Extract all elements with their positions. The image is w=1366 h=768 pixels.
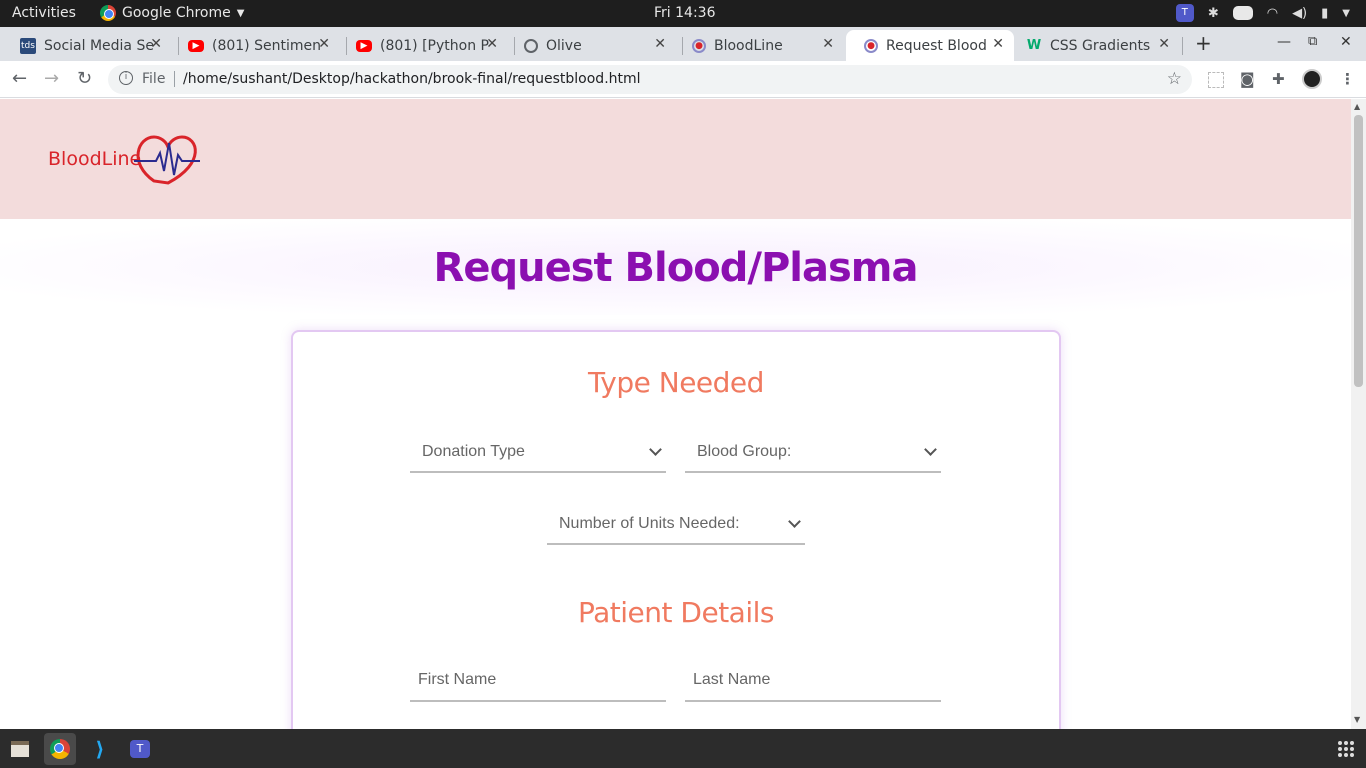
dock: ⟩ T [0, 729, 1366, 768]
page-scrollbar[interactable]: ▲ ▼ [1351, 99, 1366, 729]
tab-sentiment[interactable]: ▶ (801) Sentimen ✕ [170, 30, 340, 61]
tab-bloodline[interactable]: ● BloodLine ✕ [674, 30, 844, 61]
patient-details-heading: Patient Details [578, 596, 774, 629]
page-viewport: BloodLine Request Blood/Plasma Type Need… [0, 99, 1351, 729]
system-tray[interactable]: T ✱ ◠ ◀) ▮ ▼ [1175, 4, 1350, 22]
tab-css-gradients[interactable]: W CSS Gradients ✕ [1008, 30, 1180, 61]
extension-icon[interactable] [1208, 72, 1224, 88]
donation-type-select[interactable]: Donation Type [410, 431, 666, 473]
page-title: Request Blood/Plasma [433, 245, 919, 291]
blood-group-select[interactable]: Blood Group: [685, 431, 941, 473]
site-header: BloodLine [0, 99, 1351, 219]
scroll-up-arrow-icon[interactable]: ▲ [1354, 102, 1360, 111]
close-tab-icon[interactable]: ✕ [992, 36, 1004, 52]
reload-icon[interactable]: ↻ [77, 68, 92, 89]
last-name-input[interactable] [685, 660, 941, 700]
blood-drop-icon: ● [692, 38, 706, 53]
url-text[interactable]: /home/sushant/Desktop/hackathon/brook-fi… [183, 71, 641, 87]
close-tab-icon[interactable]: ✕ [150, 36, 162, 52]
system-top-bar: Activities Google Chrome ▼ Fri 14:36 T ✱… [0, 0, 1366, 27]
scroll-down-arrow-icon[interactable]: ▼ [1354, 715, 1360, 724]
scrollbar-thumb[interactable] [1354, 115, 1363, 387]
back-arrow-icon[interactable]: ← [12, 68, 27, 89]
vscode-icon: ⟩ [95, 737, 105, 761]
puzzle-extensions-icon[interactable]: ✚ [1272, 70, 1285, 88]
tab-python[interactable]: ▶ (801) [Python P ✕ [338, 30, 508, 61]
info-icon[interactable]: i [119, 71, 133, 85]
app-menu[interactable]: Google Chrome ▼ [100, 5, 244, 21]
tab-social-media[interactable]: tds Social Media Se ✕ [2, 30, 172, 61]
request-form-card: Type Needed Donation Type Blood Group: N… [291, 330, 1061, 729]
close-tab-icon[interactable]: ✕ [654, 36, 666, 52]
chevron-down-icon [788, 515, 801, 528]
minimize-icon[interactable]: — [1277, 34, 1291, 50]
activities-button[interactable]: Activities [12, 5, 76, 21]
wifi-icon[interactable]: ◠ [1267, 6, 1278, 21]
vscode-dock-icon[interactable]: ⟩ [84, 733, 116, 765]
app-name-label: Google Chrome [122, 5, 231, 21]
clock[interactable]: Fri 14:36 [654, 5, 715, 21]
menu-kebab-icon[interactable]: ⋮ [1340, 70, 1355, 88]
close-tab-icon[interactable]: ✕ [822, 36, 834, 52]
new-tab-plus-icon[interactable]: + [1195, 31, 1212, 55]
files-app-icon[interactable] [4, 733, 36, 765]
url-scheme: File [142, 71, 166, 87]
youtube-icon: ▶ [188, 39, 204, 52]
units-needed-select[interactable]: Number of Units Needed: [547, 503, 805, 545]
logo-text: BloodLine [48, 148, 141, 170]
donation-type-label: Donation Type [422, 443, 525, 460]
first-name-input[interactable] [410, 660, 666, 700]
bluetooth-icon[interactable]: ✱ [1208, 6, 1219, 21]
restore-icon[interactable]: ⧉ [1308, 34, 1317, 49]
volume-icon[interactable]: ◀) [1292, 6, 1307, 21]
w3schools-icon: W [1026, 38, 1042, 53]
type-needed-heading: Type Needed [588, 366, 764, 399]
chevron-down-icon [924, 443, 937, 456]
close-tab-icon[interactable]: ✕ [1158, 36, 1170, 52]
chrome-icon [50, 739, 70, 759]
discord-icon[interactable] [1232, 6, 1253, 20]
tds-icon: tds [20, 37, 36, 54]
address-bar[interactable]: i File /home/sushant/Desktop/hackathon/b… [108, 65, 1192, 94]
tab-strip: tds Social Media Se ✕ ▶ (801) Sentimen ✕… [0, 27, 1366, 61]
heart-pulse-icon: BloodLine [48, 135, 200, 185]
globe-icon [524, 38, 538, 53]
title-banner: Request Blood/Plasma [0, 219, 1351, 315]
blood-group-label: Blood Group: [697, 443, 792, 460]
show-applications-icon[interactable] [1338, 741, 1354, 757]
forward-arrow-icon[interactable]: → [44, 68, 59, 89]
close-window-icon[interactable]: ✕ [1340, 34, 1352, 50]
system-menu-caret-icon[interactable]: ▼ [1342, 8, 1350, 19]
blood-drop-icon: ● [864, 38, 878, 53]
chrome-icon [100, 5, 116, 21]
camera-icon[interactable]: ◙ [1240, 70, 1255, 88]
tab-olive[interactable]: Olive ✕ [506, 30, 676, 61]
files-icon [11, 741, 29, 757]
chevron-down-icon [649, 443, 662, 456]
units-needed-label: Number of Units Needed: [559, 515, 740, 532]
tab-request-blood[interactable]: ● Request Blood ✕ [846, 30, 1014, 61]
first-name-field[interactable] [410, 660, 666, 702]
chrome-dock-icon[interactable] [44, 733, 76, 765]
browser-toolbar: ← → ↻ i File /home/sushant/Desktop/hacka… [0, 61, 1366, 98]
profile-avatar[interactable] [1302, 69, 1322, 89]
teams-tray-icon[interactable]: T [1175, 4, 1194, 22]
bloodline-logo[interactable]: BloodLine [48, 131, 204, 191]
teams-dock-icon[interactable]: T [124, 733, 156, 765]
close-tab-icon[interactable]: ✕ [318, 36, 330, 52]
teams-icon: T [130, 740, 150, 758]
close-tab-icon[interactable]: ✕ [486, 36, 498, 52]
caret-down-icon: ▼ [236, 7, 245, 19]
last-name-field[interactable] [685, 660, 941, 702]
youtube-icon: ▶ [356, 39, 372, 52]
bookmark-star-icon[interactable]: ☆ [1167, 69, 1182, 89]
battery-icon[interactable]: ▮ [1321, 6, 1328, 21]
